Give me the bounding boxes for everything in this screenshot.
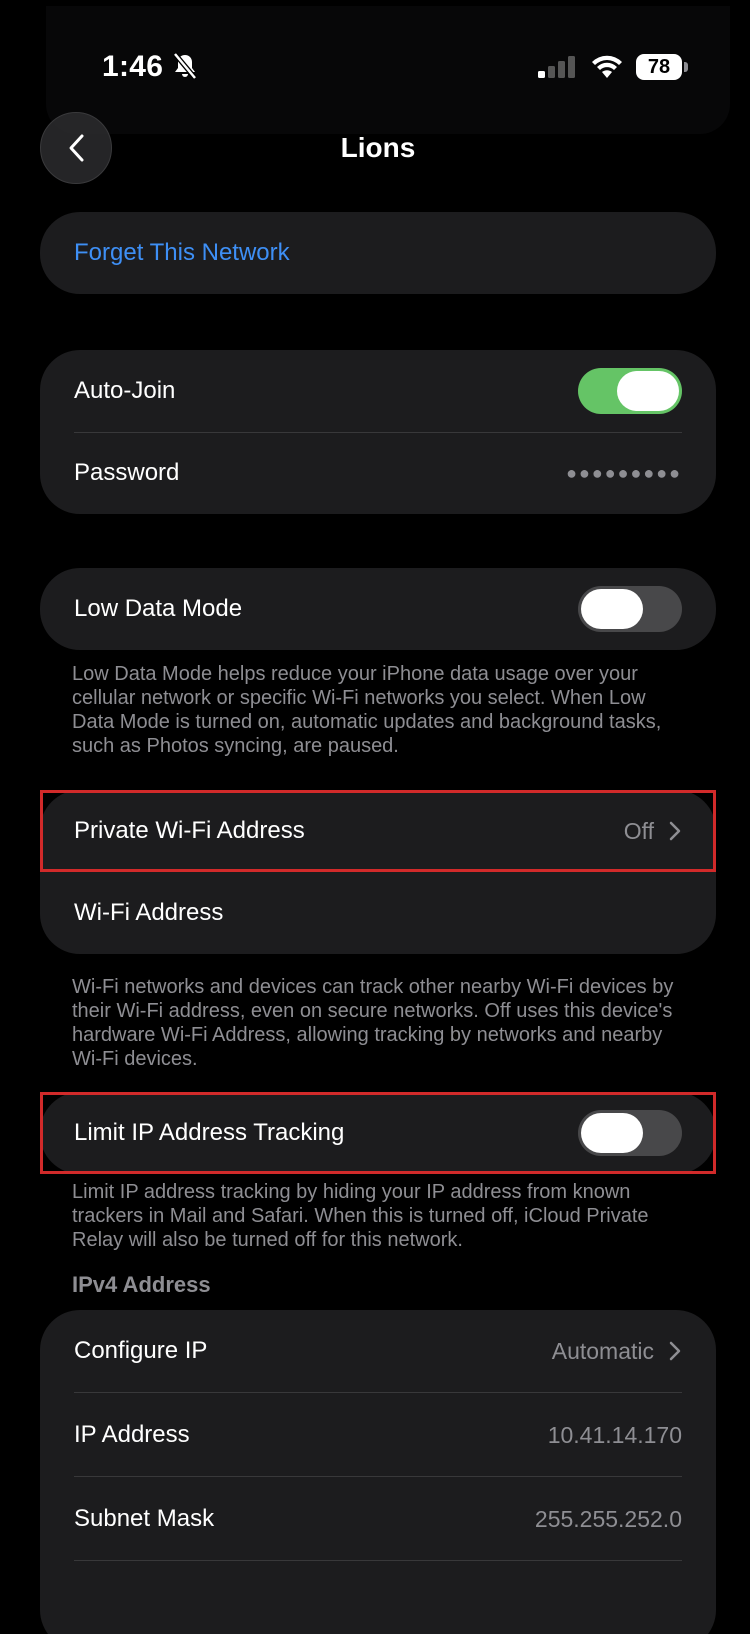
forget-network-label: Forget This Network (74, 239, 290, 266)
limit-ip-footnote: Limit IP address tracking by hiding your… (72, 1181, 649, 1251)
configure-ip-row[interactable]: Configure IP Automatic (40, 1310, 716, 1392)
screen: 1:46 78 Lions Forget This Network Auto-J… (6, 6, 750, 1634)
battery-nub (684, 62, 688, 72)
wifi-address-label: Wi-Fi Address (74, 899, 224, 926)
silent-mode-bell-icon (173, 52, 197, 80)
forget-network-group: Forget This Network (40, 212, 716, 294)
configure-ip-label: Configure IP (74, 1337, 208, 1364)
ip-address-label: IP Address (74, 1421, 190, 1448)
chevron-right-icon (669, 1341, 681, 1361)
join-group: Auto-Join Password ●●●●●●●●● (40, 350, 716, 514)
toggle-knob (617, 371, 679, 411)
ip-address-row: IP Address 10.41.14.170 (40, 1394, 716, 1476)
page-title: Lions (340, 132, 416, 163)
ip-address-value: 10.41.14.170 (547, 1421, 682, 1448)
divider (74, 1476, 682, 1477)
subnet-mask-value: 255.255.252.0 (534, 1505, 682, 1532)
low-data-group: Low Data Mode (40, 568, 716, 650)
password-mask: ●●●●●●●●● (566, 462, 682, 483)
forget-network-button[interactable]: Forget This Network (40, 212, 716, 294)
battery-icon: 78 (636, 54, 688, 80)
ipv4-group: Configure IP Automatic IP Address 10.41.… (40, 1310, 716, 1634)
subnet-mask-row: Subnet Mask 255.255.252.0 (40, 1478, 716, 1560)
battery-level: 78 (636, 54, 682, 80)
wifi-address-row: Wi-Fi Address (40, 872, 716, 954)
low-data-toggle[interactable] (578, 586, 682, 632)
auto-join-toggle[interactable] (578, 368, 682, 414)
highlight-box-private-address (40, 790, 716, 872)
divider (74, 1560, 682, 1561)
low-data-footnote: Low Data Mode helps reduce your iPhone d… (72, 663, 662, 757)
cellular-signal-icon (538, 56, 575, 78)
status-time: 1:46 (102, 50, 164, 83)
divider (74, 1392, 682, 1393)
highlight-box-limit-ip (40, 1092, 716, 1174)
configure-ip-value: Automatic (551, 1337, 654, 1364)
status-bar: 1:46 78 (6, 46, 750, 90)
password-label: Password (74, 459, 180, 486)
private-address-footnote: Wi-Fi networks and devices can track oth… (72, 976, 674, 1070)
wifi-icon (592, 55, 622, 78)
ipv4-section-header: IPv4 Address (72, 1272, 211, 1297)
subnet-mask-label: Subnet Mask (74, 1505, 215, 1532)
password-row[interactable]: Password ●●●●●●●●● (40, 432, 716, 514)
toggle-knob (581, 589, 643, 629)
